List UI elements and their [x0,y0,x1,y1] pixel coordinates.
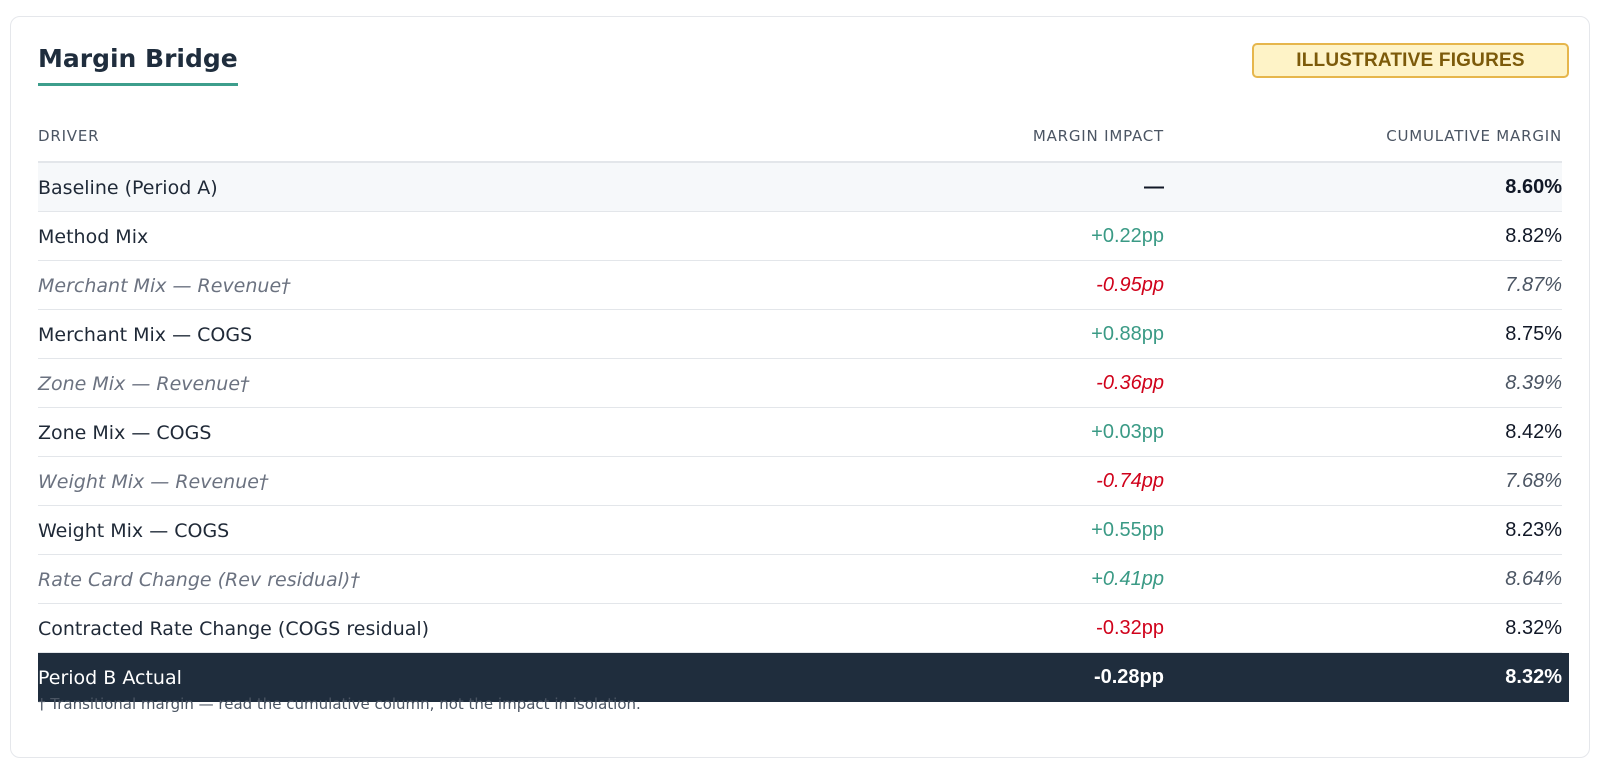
page-title: Margin Bridge [38,44,238,86]
impact-value: +0.41pp [1091,568,1164,590]
margin-bridge-table: DRIVER MARGIN IMPACT CUMULATIVE MARGIN B… [38,109,1569,702]
table-row: Method Mix +0.22pp 8.82% [38,212,1562,261]
impact-value: — [1144,176,1164,198]
driver-label: Weight Mix — COGS [38,519,230,542]
driver-label: Merchant Mix — Revenue† [38,274,291,297]
table-row: Rate Card Change (Rev residual)† +0.41pp… [38,555,1562,604]
table-row: Zone Mix — Revenue† -0.36pp 8.39% [38,359,1562,408]
table-row: Contracted Rate Change (COGS residual) -… [38,604,1562,653]
cumulative-value: 8.64% [1505,568,1562,590]
driver-label: Baseline (Period A) [38,176,218,199]
margin-bridge-card: Margin Bridge ILLUSTRATIVE FIGURES DRIVE… [10,16,1590,758]
impact-value: +0.88pp [1091,323,1164,345]
table-header: DRIVER MARGIN IMPACT CUMULATIVE MARGIN [38,109,1562,163]
footnote: † Transitional margin — read the cumulat… [38,695,641,713]
impact-value: -0.74pp [1096,470,1164,492]
impact-value: +0.55pp [1091,519,1164,541]
table-row: Weight Mix — Revenue† -0.74pp 7.68% [38,457,1562,506]
impact-value: -0.28pp [1093,666,1164,688]
impact-value: +0.22pp [1091,225,1164,247]
impact-value: -0.36pp [1096,372,1164,394]
impact-value: -0.95pp [1096,274,1164,296]
illustrative-badge: ILLUSTRATIVE FIGURES [1252,43,1569,78]
column-header-cumulative: CUMULATIVE MARGIN [1386,127,1562,145]
impact-value: -0.32pp [1096,617,1164,639]
driver-label: Method Mix [38,225,149,248]
driver-label: Rate Card Change (Rev residual)† [38,568,360,591]
cumulative-value: 8.60% [1505,176,1562,198]
driver-label: Weight Mix — Revenue† [38,470,269,493]
cumulative-value: 8.75% [1505,323,1562,345]
driver-label: Contracted Rate Change (COGS residual) [38,617,430,640]
cumulative-value: 8.32% [1505,617,1562,639]
baseline-row: Baseline (Period A) — 8.60% [38,163,1562,212]
cumulative-value: 7.68% [1505,470,1562,492]
cumulative-value: 8.39% [1505,372,1562,394]
cumulative-value: 8.23% [1505,519,1562,541]
column-header-driver: DRIVER [38,127,100,145]
column-header-impact: MARGIN IMPACT [1032,127,1164,145]
cumulative-value: 8.82% [1505,225,1562,247]
table-row: Weight Mix — COGS +0.55pp 8.23% [38,506,1562,555]
impact-value: +0.03pp [1091,421,1164,443]
driver-label: Zone Mix — Revenue† [38,372,250,395]
cumulative-value: 8.32% [1505,666,1562,688]
cumulative-value: 8.42% [1505,421,1562,443]
table-row: Merchant Mix — COGS +0.88pp 8.75% [38,310,1562,359]
table-row: Merchant Mix — Revenue† -0.95pp 7.87% [38,261,1562,310]
driver-label: Merchant Mix — COGS [38,323,253,346]
driver-label: Zone Mix — COGS [38,421,212,444]
cumulative-value: 7.87% [1505,274,1562,296]
table-row: Zone Mix — COGS +0.03pp 8.42% [38,408,1562,457]
